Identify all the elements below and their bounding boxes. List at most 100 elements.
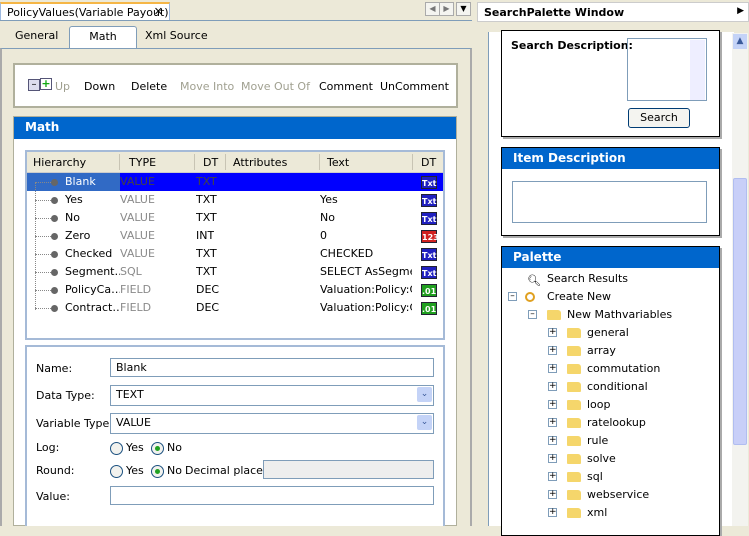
- tree-folder-ratelookup[interactable]: + ratelookup: [548, 414, 646, 432]
- tree-folder-commutation[interactable]: + commutation: [548, 360, 660, 378]
- expand-icon[interactable]: +: [548, 472, 557, 481]
- tree-folder-webservice[interactable]: + webservice: [548, 486, 650, 504]
- window-menu-icon[interactable]: ▶: [737, 6, 744, 16]
- tree-folder-rule[interactable]: + rule: [548, 432, 608, 450]
- tree-folder-loop[interactable]: + loop: [548, 396, 611, 414]
- scrollbar-thumb[interactable]: [733, 178, 747, 445]
- uncomment-button[interactable]: UnComment: [380, 80, 449, 93]
- table-row[interactable]: Checked VALUE TXT CHECKED Txt: [27, 245, 443, 263]
- round-label: Round:: [36, 464, 75, 477]
- expand-icon[interactable]: +: [548, 454, 557, 463]
- col-dt[interactable]: DT: [203, 156, 218, 169]
- tree-create-new[interactable]: – Create New: [508, 288, 611, 306]
- table-row[interactable]: Contract…FIELD DEC Valuation:Policy:Cas .01…: [27, 299, 443, 317]
- data-type-value: TEXT: [116, 388, 144, 401]
- table-row[interactable]: Zero VALUE INT 0 123: [27, 227, 443, 245]
- table-row[interactable]: Segment…SQL TXT SELECT AsSegment Txt: [27, 263, 443, 281]
- table-row[interactable]: Blank VALUE TXT Txt: [27, 173, 443, 191]
- tree-folder-xml[interactable]: + xml: [548, 504, 607, 522]
- folder-icon: [547, 310, 561, 320]
- scroll-tabs-right-icon[interactable]: ▶: [439, 2, 454, 16]
- tree-folder-array[interactable]: + array: [548, 342, 616, 360]
- scroll-tabs-left-icon[interactable]: ◀: [425, 2, 440, 16]
- delete-button[interactable]: Delete: [131, 80, 167, 93]
- move-out-of-button[interactable]: Move Out Of: [241, 80, 310, 93]
- search-button[interactable]: Search: [628, 108, 690, 128]
- editor-tab[interactable]: PolicyValues(Variable Payout) ✕: [0, 2, 170, 21]
- round-yes-radio[interactable]: [110, 465, 123, 478]
- dt-cell: TXT: [196, 247, 217, 260]
- col-text[interactable]: Text: [327, 156, 349, 169]
- variable-type-select[interactable]: VALUE ⌄: [110, 413, 434, 434]
- col-attributes[interactable]: Attributes: [233, 156, 287, 169]
- tree-folder-conditional[interactable]: + conditional: [548, 378, 648, 396]
- dt-cell: DEC: [196, 301, 220, 314]
- close-tab-icon[interactable]: ✕: [154, 5, 163, 18]
- tree-folder-general[interactable]: + general: [548, 324, 629, 342]
- expand-icon[interactable]: +: [548, 328, 557, 337]
- col-type[interactable]: TYPE: [129, 156, 156, 169]
- tree-label: webservice: [587, 488, 650, 501]
- col-dt-icon[interactable]: DT: [421, 156, 436, 169]
- table-row[interactable]: No VALUE TXT No Txt: [27, 209, 443, 227]
- decimal-places-input[interactable]: [263, 460, 434, 479]
- tree-new-mathvariables[interactable]: – New Mathvariables: [528, 306, 672, 324]
- value-input[interactable]: [110, 486, 434, 505]
- tree-folder-solve[interactable]: + solve: [548, 450, 616, 468]
- move-into-button[interactable]: Move Into: [180, 80, 234, 93]
- data-type-select[interactable]: TEXT ⌄: [110, 385, 434, 406]
- subtab-general[interactable]: General: [9, 26, 64, 48]
- table-row[interactable]: Yes VALUE TXT Yes Txt: [27, 191, 443, 209]
- expand-icon[interactable]: +: [548, 364, 557, 373]
- value-label: Value:: [36, 490, 70, 503]
- expand-icon[interactable]: +: [548, 490, 557, 499]
- chevron-down-icon[interactable]: ⌄: [417, 387, 432, 402]
- expand-icon[interactable]: +: [548, 436, 557, 445]
- text-cell: Valuation:Policy:Cas: [320, 283, 412, 296]
- expand-icon[interactable]: +: [40, 78, 52, 90]
- folder-icon: [567, 400, 581, 410]
- subtab-xml-source[interactable]: Xml Source: [139, 26, 214, 48]
- expand-icon[interactable]: +: [548, 346, 557, 355]
- search-description-input[interactable]: [627, 38, 707, 101]
- folder-icon: [567, 346, 581, 356]
- round-no-radio[interactable]: [151, 465, 164, 478]
- log-no-radio[interactable]: [151, 442, 164, 455]
- toolbar: – + Up Down Delete Move Into Move Out Of…: [13, 63, 458, 108]
- tree-search-results[interactable]: 🔍︎ Search Results: [527, 270, 628, 288]
- name-input[interactable]: Blank: [110, 358, 434, 377]
- collapse-icon[interactable]: –: [28, 79, 40, 91]
- textarea-scrollbar[interactable]: [690, 40, 705, 100]
- collapse-icon[interactable]: –: [528, 310, 537, 319]
- variable-type-label: Variable Type:: [36, 417, 114, 430]
- tab-list-dropdown-icon[interactable]: ▼: [456, 2, 471, 16]
- hierarchy-cell: Yes: [27, 191, 120, 209]
- subtab-math[interactable]: Math: [69, 26, 137, 48]
- item-description-box[interactable]: [512, 181, 707, 223]
- expand-icon[interactable]: +: [548, 382, 557, 391]
- palette-scrollbar[interactable]: ▲: [732, 33, 748, 526]
- decimal-places-label: Decimal places:: [185, 464, 273, 477]
- collapse-icon[interactable]: –: [508, 292, 517, 301]
- table-row[interactable]: PolicyCa…FIELD DEC Valuation:Policy:Cas .01…: [27, 281, 443, 299]
- type-cell: FIELD: [120, 283, 152, 296]
- comment-button[interactable]: Comment: [319, 80, 373, 93]
- col-hierarchy[interactable]: Hierarchy: [33, 156, 86, 169]
- dt-cell: TXT: [196, 265, 217, 278]
- folder-icon: [567, 454, 581, 464]
- down-button[interactable]: Down: [84, 80, 115, 93]
- dt-cell: TXT: [196, 193, 217, 206]
- scroll-up-icon[interactable]: ▲: [733, 34, 747, 49]
- tree-label: loop: [587, 398, 611, 411]
- up-button[interactable]: Up: [55, 80, 70, 93]
- datatype-icon: Txt: [421, 248, 437, 261]
- expand-icon[interactable]: +: [548, 418, 557, 427]
- expand-icon[interactable]: +: [548, 400, 557, 409]
- tree-folder-sql[interactable]: + sql: [548, 468, 603, 486]
- expand-icon[interactable]: +: [548, 508, 557, 517]
- chevron-down-icon[interactable]: ⌄: [417, 415, 432, 430]
- hierarchy-cell: No: [27, 209, 120, 227]
- hierarchy-cell: Blank: [27, 173, 120, 191]
- log-yes-radio[interactable]: [110, 442, 123, 455]
- hierarchy-cell: PolicyCa…: [27, 281, 120, 299]
